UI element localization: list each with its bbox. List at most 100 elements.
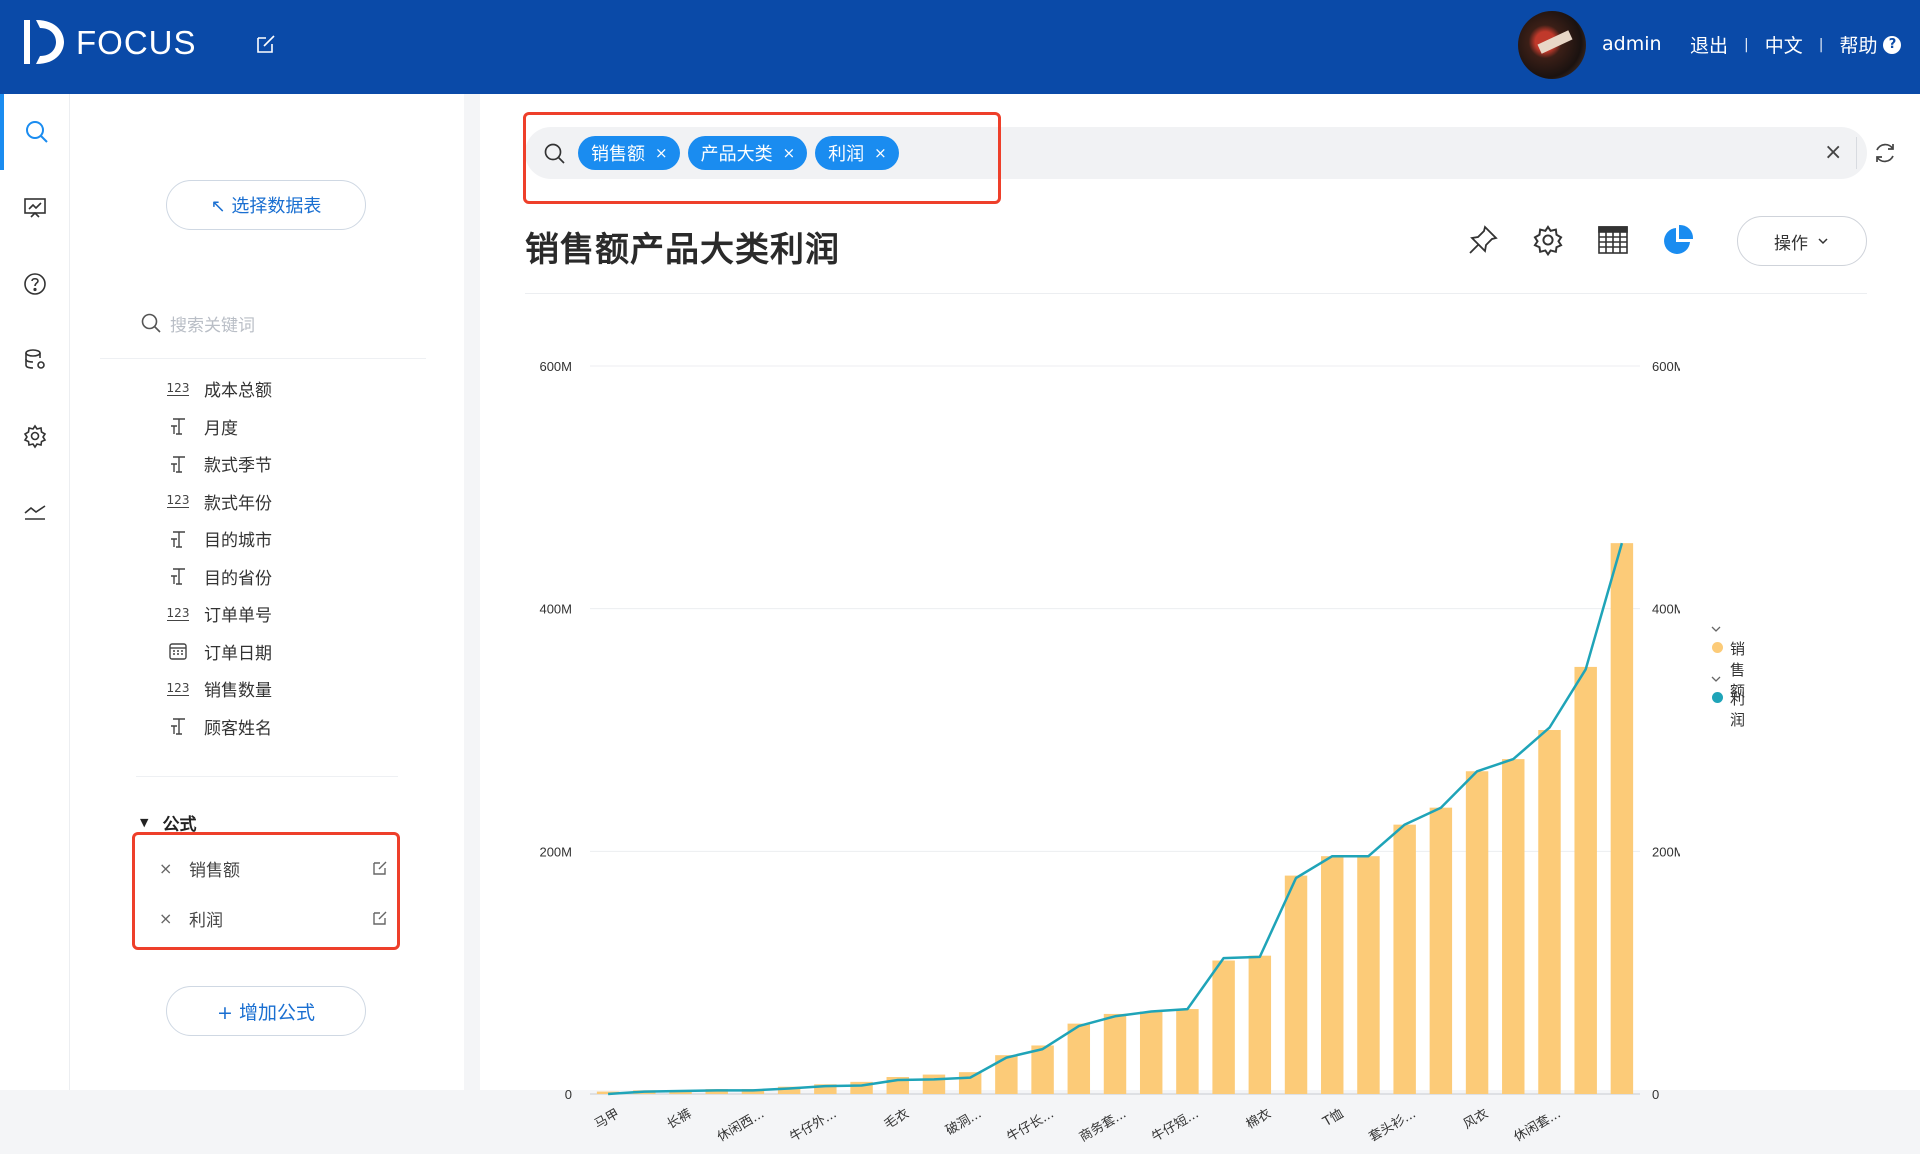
column-list: 123 成本总额 月度 款式季节 123 款式年份 目的城市 目的省份 123 订单单号 订单日期 1… bbox=[166, 370, 426, 745]
y-left-tick-label: 600M bbox=[539, 359, 572, 374]
column-label: 款式年份 bbox=[204, 493, 272, 514]
logout-link[interactable]: 退出 bbox=[1690, 31, 1728, 58]
settings-button[interactable] bbox=[1528, 220, 1568, 260]
column-item[interactable]: 123 销售数量 bbox=[166, 670, 426, 708]
operate-label: 操作 bbox=[1774, 233, 1808, 254]
search-icon bbox=[26, 121, 48, 143]
column-label: 款式季节 bbox=[204, 456, 272, 477]
nav-data[interactable] bbox=[0, 322, 70, 398]
table-view-button[interactable] bbox=[1593, 220, 1633, 260]
refresh-icon[interactable] bbox=[1872, 140, 1898, 166]
nav-help[interactable] bbox=[0, 246, 70, 322]
y-left-tick-label: 200M bbox=[539, 844, 572, 859]
bar bbox=[1248, 955, 1272, 1094]
legend-swatch bbox=[1712, 692, 1723, 703]
y-right-tick-label: 0 bbox=[1652, 1087, 1659, 1102]
divider bbox=[136, 776, 398, 777]
text-type-icon bbox=[166, 715, 190, 737]
bar bbox=[1067, 1023, 1091, 1094]
remove-icon[interactable]: × bbox=[159, 859, 179, 878]
table-grid-icon bbox=[1598, 226, 1628, 254]
edit-icon[interactable] bbox=[371, 859, 389, 877]
select-table-button[interactable]: ↖ 选择数据表 bbox=[166, 180, 366, 230]
search-placeholder: 搜索关键词 bbox=[170, 315, 255, 336]
bar bbox=[1031, 1045, 1054, 1094]
number-type-glyph: 123 bbox=[166, 680, 190, 696]
language-link[interactable]: 中文 bbox=[1765, 31, 1803, 58]
formula-item[interactable]: × 利润 bbox=[159, 903, 389, 933]
column-item[interactable]: 123 款式年份 bbox=[166, 483, 426, 521]
edit-icon[interactable] bbox=[252, 30, 280, 58]
divider bbox=[100, 358, 426, 359]
brand-name: FOCUS bbox=[76, 24, 197, 61]
remove-icon[interactable]: × bbox=[159, 909, 179, 928]
y-right-tick-label: 400M bbox=[1652, 602, 1680, 617]
pin-icon bbox=[1469, 225, 1498, 254]
column-item[interactable]: 目的省份 bbox=[166, 558, 426, 596]
edit-icon[interactable] bbox=[371, 909, 389, 927]
chevron-down-icon bbox=[1818, 238, 1828, 245]
help-link[interactable]: 帮助 bbox=[1839, 31, 1877, 58]
add-formula-button[interactable]: + 增加公式 bbox=[166, 986, 366, 1036]
text-type-icon bbox=[166, 528, 190, 550]
column-item[interactable]: 目的城市 bbox=[166, 520, 426, 558]
gear-icon bbox=[1533, 225, 1563, 257]
nav-dashboard[interactable] bbox=[0, 170, 70, 246]
calendar-icon bbox=[166, 640, 190, 662]
nav-monitor[interactable] bbox=[0, 474, 70, 550]
y-left-tick-label: 0 bbox=[565, 1087, 572, 1102]
bar bbox=[1357, 856, 1380, 1094]
bar bbox=[1321, 856, 1344, 1094]
pin-button[interactable] bbox=[1463, 220, 1503, 260]
bar bbox=[958, 1072, 982, 1094]
formula-item[interactable]: × 销售额 bbox=[159, 853, 389, 883]
number-type-glyph: 123 bbox=[166, 605, 190, 621]
search-icon bbox=[141, 313, 161, 333]
x-tick-label: T恤 bbox=[1320, 1106, 1347, 1130]
bar bbox=[1212, 960, 1235, 1094]
column-item[interactable]: 月度 bbox=[166, 408, 426, 446]
database-settings-icon bbox=[25, 349, 45, 369]
column-item[interactable]: 123 订单单号 bbox=[166, 595, 426, 633]
help-icon[interactable]: ? bbox=[1883, 35, 1902, 54]
y-left-tick-label: 400M bbox=[539, 602, 572, 617]
username[interactable]: admin bbox=[1602, 33, 1662, 55]
gear-icon bbox=[23, 424, 47, 449]
nav-settings[interactable] bbox=[0, 398, 70, 474]
clear-search-icon[interactable]: × bbox=[1824, 140, 1842, 165]
column-item[interactable]: 顾客姓名 bbox=[166, 708, 426, 746]
column-label: 销售数量 bbox=[204, 681, 272, 702]
bar bbox=[1176, 1009, 1199, 1094]
bar bbox=[1284, 875, 1308, 1094]
bar bbox=[922, 1074, 946, 1094]
trend-line-icon bbox=[24, 505, 46, 520]
x-tick-label: 马甲 bbox=[592, 1106, 622, 1132]
x-tick-label: 长裤 bbox=[664, 1106, 694, 1132]
divider: | bbox=[1818, 36, 1824, 53]
column-item[interactable]: 款式季节 bbox=[166, 445, 426, 483]
chevron-down-icon[interactable] bbox=[1710, 624, 1722, 634]
column-label: 顾客姓名 bbox=[204, 718, 272, 739]
answer-title: 销售额产品大类利润 bbox=[525, 230, 840, 270]
formula-label: 销售额 bbox=[189, 860, 240, 881]
x-tick-label: 休闲西... bbox=[715, 1106, 767, 1145]
chart-type-button[interactable] bbox=[1658, 220, 1698, 260]
x-tick-label: 破洞... bbox=[943, 1106, 984, 1138]
presentation-chart-icon bbox=[24, 198, 46, 218]
formula-highlight-box: × 销售额 × 利润 bbox=[132, 832, 400, 950]
divider bbox=[1856, 137, 1857, 169]
column-label: 目的城市 bbox=[204, 531, 272, 552]
column-search-input[interactable]: 搜索关键词 bbox=[140, 308, 390, 338]
focus-logo-icon[interactable] bbox=[22, 16, 66, 68]
number-type-glyph: 123 bbox=[166, 493, 190, 509]
avatar[interactable] bbox=[1518, 11, 1586, 79]
operate-dropdown-button[interactable]: 操作 bbox=[1737, 216, 1867, 266]
column-item[interactable]: 订单日期 bbox=[166, 633, 426, 671]
chevron-down-icon[interactable] bbox=[1710, 674, 1722, 684]
y-right-tick-label: 600M bbox=[1652, 359, 1680, 374]
nav-search[interactable] bbox=[0, 94, 70, 170]
bar bbox=[1103, 1013, 1127, 1094]
bar bbox=[1429, 807, 1453, 1094]
x-tick-label: 套头衫... bbox=[1366, 1106, 1419, 1146]
column-item[interactable]: 123 成本总额 bbox=[166, 370, 426, 408]
